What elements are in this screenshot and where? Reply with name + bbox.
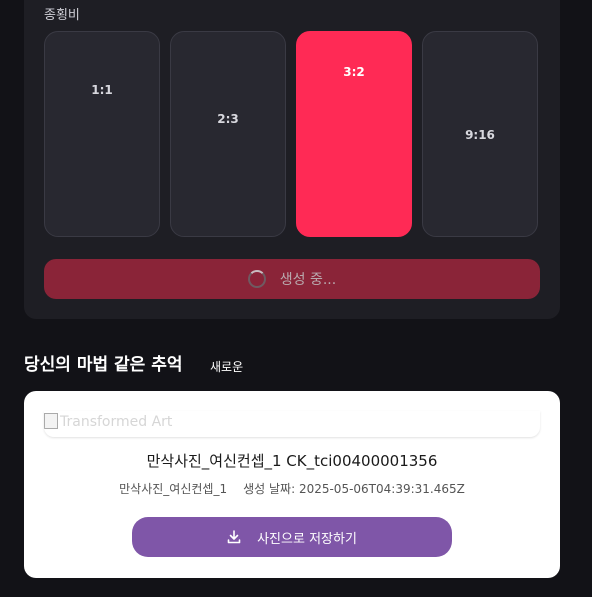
new-badge: 새로운 bbox=[210, 360, 244, 374]
transformed-art-image: Transformed Art bbox=[44, 411, 540, 437]
ratio-option-9-16[interactable]: 9:16 bbox=[422, 31, 538, 237]
image-alt-text: Transformed Art bbox=[60, 414, 173, 430]
ratio-label: 1:1 bbox=[91, 83, 113, 97]
ratio-option-1-1[interactable]: 1:1 bbox=[44, 31, 160, 237]
art-meta: 만삭사진_여신컨셉_1 생성 날짜: 2025-05-06T04:39:31.46… bbox=[24, 480, 560, 497]
art-title: 만삭사진_여신컨셉_1 CK_tci00400001356 bbox=[146, 452, 438, 470]
ratio-label: 3:2 bbox=[343, 65, 365, 79]
ratio-option-3-2[interactable]: 3:2 bbox=[296, 31, 412, 237]
save-button-label: 사진으로 저장하기 bbox=[257, 531, 357, 547]
broken-image-icon bbox=[44, 413, 58, 429]
generate-button[interactable]: 생성 중... bbox=[44, 259, 540, 299]
ratio-option-2-3[interactable]: 2:3 bbox=[170, 31, 286, 237]
ratio-label: 2:3 bbox=[217, 112, 239, 126]
art-category: 만삭사진_여신컨셉_1 bbox=[119, 482, 228, 496]
gallery-heading: 당신의 마법 같은 추억 bbox=[24, 355, 183, 375]
generate-button-label: 생성 중... bbox=[279, 272, 337, 288]
ratio-label: 9:16 bbox=[465, 128, 495, 142]
loading-spinner-icon bbox=[247, 270, 266, 288]
download-icon bbox=[227, 530, 241, 544]
save-as-photo-button[interactable]: 사진으로 저장하기 bbox=[132, 517, 452, 557]
aspect-ratio-label: 종횡비 bbox=[44, 8, 80, 23]
art-created-date: 생성 날짜: 2025-05-06T04:39:31.465Z bbox=[243, 482, 465, 496]
